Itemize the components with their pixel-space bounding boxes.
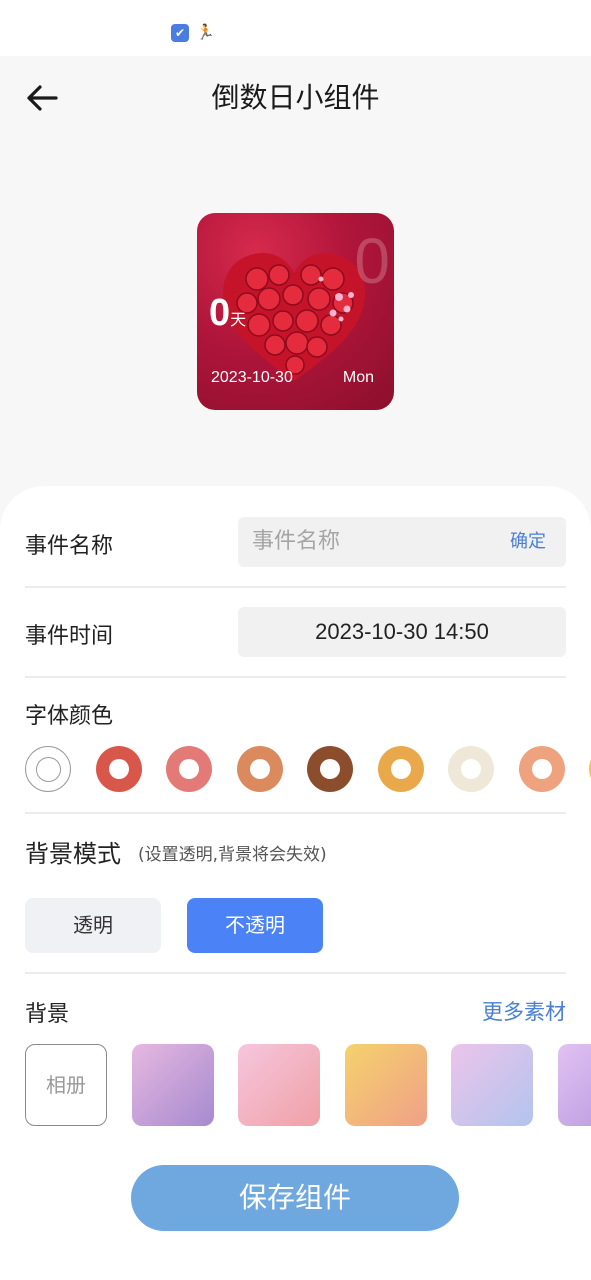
- mode-transparent-button[interactable]: 透明: [25, 898, 161, 953]
- days-value: 0: [209, 292, 231, 334]
- album-tile[interactable]: 相册: [25, 1044, 107, 1126]
- background-mode-hint: (设置透明,背景将会失效): [138, 845, 327, 865]
- background-tile[interactable]: [238, 1044, 320, 1126]
- mode-opaque-button[interactable]: 不透明: [187, 898, 323, 953]
- divider: [25, 586, 566, 588]
- background-tiles: 相册: [25, 1044, 591, 1126]
- more-materials-link[interactable]: 更多素材: [482, 996, 566, 1026]
- event-name-label: 事件名称: [25, 534, 114, 559]
- font-color-swatch[interactable]: [166, 746, 212, 792]
- event-name-input[interactable]: 事件名称: [252, 517, 340, 567]
- back-arrow-icon: [27, 85, 58, 111]
- widget-editor-page: ✔ 🏃 倒数日小组件 0 0天 2023-10-30 Mon 事件名称 事件名称…: [0, 0, 591, 1280]
- font-color-swatch[interactable]: [307, 746, 353, 792]
- event-time-label: 事件时间: [25, 624, 114, 649]
- widget-background-digit: 0: [354, 225, 390, 297]
- font-color-swatch[interactable]: [236, 746, 283, 792]
- app-notification-icon: ✔: [171, 24, 189, 42]
- settings-panel: [0, 486, 591, 1280]
- widget-date: 2023-10-30: [211, 369, 293, 386]
- font-color-swatch[interactable]: [377, 746, 424, 792]
- days-unit: 天: [230, 312, 247, 329]
- divider: [25, 972, 566, 974]
- divider: [25, 676, 566, 678]
- widget-weekday: Mon: [342, 369, 374, 386]
- widget-preview: 0 0天 2023-10-30 Mon: [197, 213, 394, 410]
- background-tile[interactable]: [451, 1044, 533, 1126]
- background-tile[interactable]: [344, 1044, 427, 1126]
- confirm-button[interactable]: 确定: [510, 517, 546, 567]
- page-title: 倒数日小组件: [211, 81, 380, 114]
- font-color-swatch[interactable]: [518, 746, 565, 792]
- divider: [25, 812, 566, 814]
- event-name-field[interactable]: 事件名称 确定: [238, 517, 566, 567]
- font-color-swatch[interactable]: [25, 746, 71, 792]
- save-widget-button[interactable]: 保存组件: [131, 1165, 459, 1231]
- widget-days-count: 0天: [209, 291, 246, 335]
- status-bar: ✔ 🏃: [0, 0, 591, 56]
- font-color-swatches: [25, 746, 591, 794]
- event-time-value: 2023-10-30 14:50: [315, 619, 489, 644]
- background-mode-title: 背景模式: [25, 840, 121, 868]
- font-color-swatch[interactable]: [448, 746, 494, 792]
- font-color-swatch[interactable]: [95, 746, 142, 792]
- running-person-icon: 🏃: [196, 23, 215, 41]
- font-color-label: 字体颜色: [25, 704, 114, 729]
- event-time-picker[interactable]: 2023-10-30 14:50: [238, 607, 566, 657]
- background-label: 背景: [25, 1002, 70, 1027]
- back-button[interactable]: [22, 78, 62, 118]
- background-tile[interactable]: [131, 1044, 214, 1126]
- background-tile[interactable]: [557, 1044, 591, 1126]
